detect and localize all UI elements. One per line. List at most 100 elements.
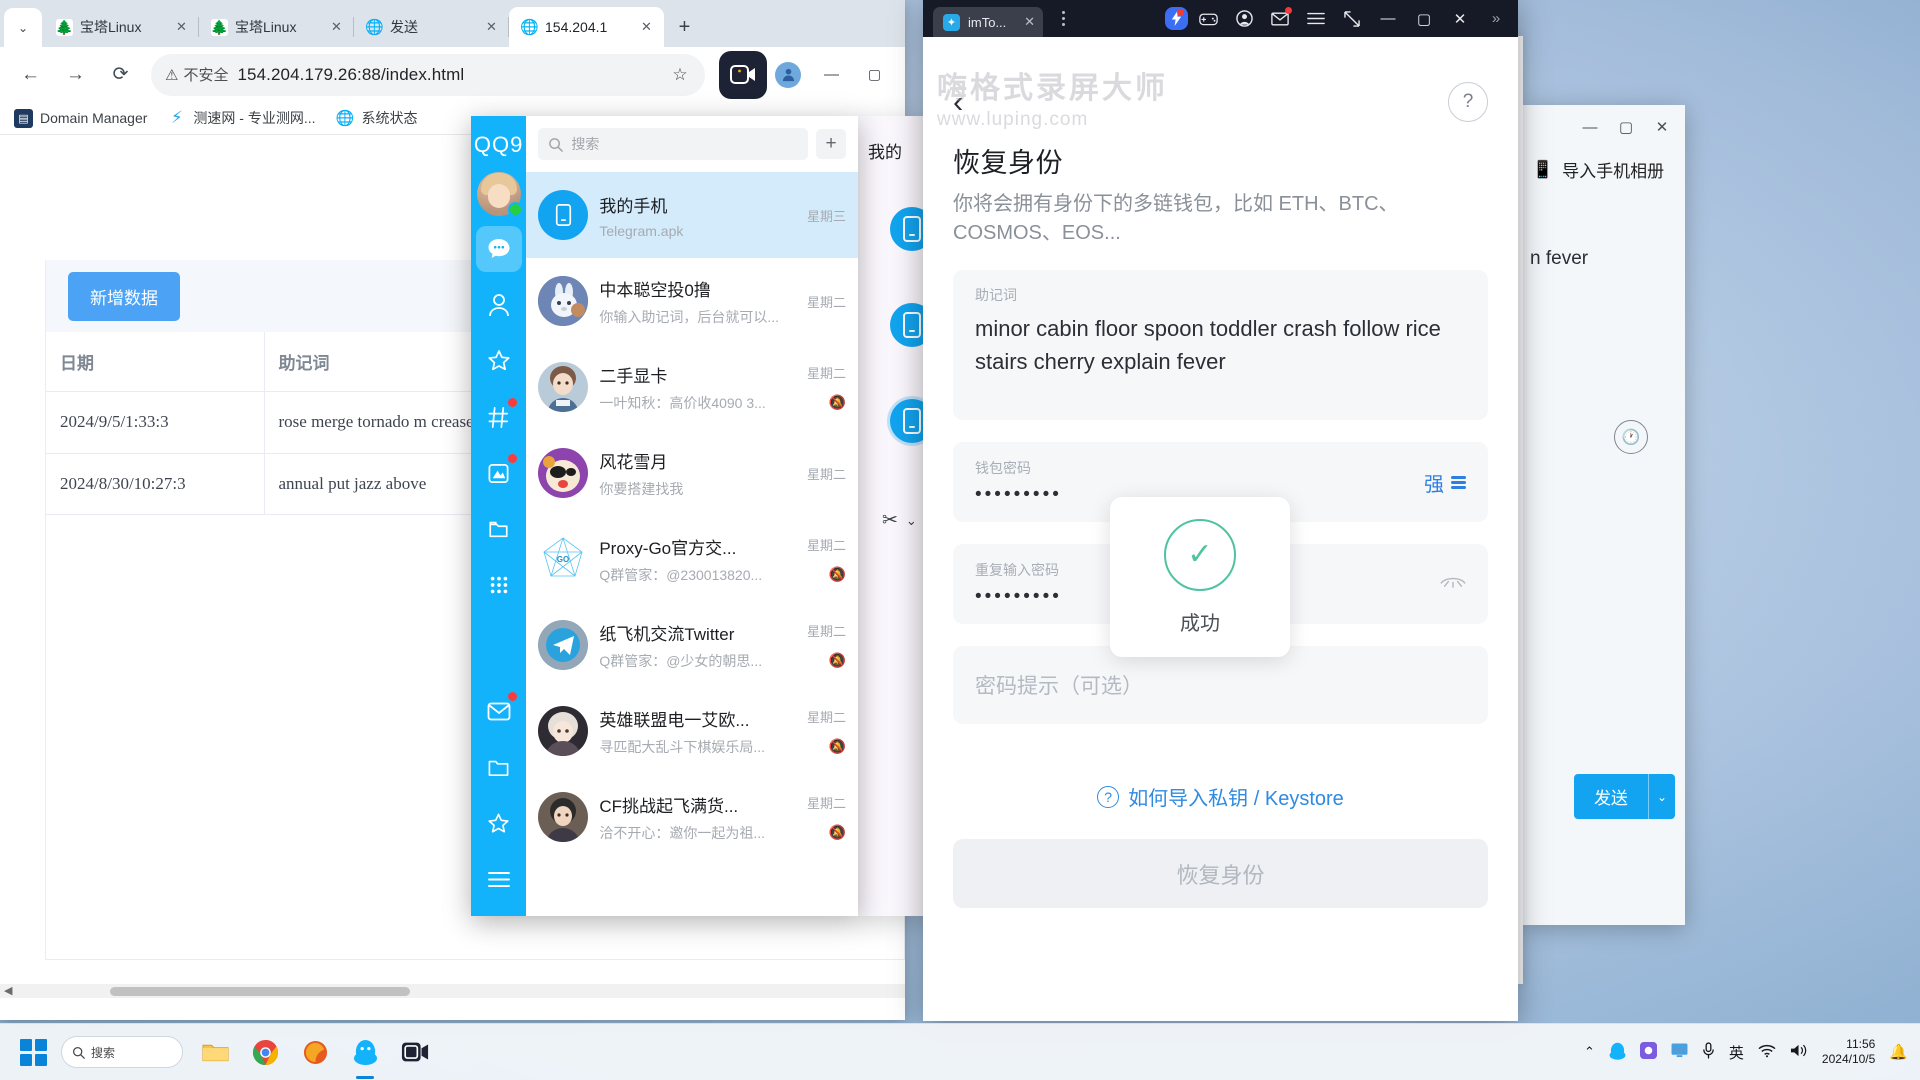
restore-identity-button[interactable]: 恢复身份 [953,839,1488,908]
close-icon[interactable]: ✕ [482,18,501,37]
reload-button[interactable]: ⟳ [100,54,141,95]
list-item[interactable]: 风花雪月 你要搭建找我 星期二 [526,430,858,516]
list-item[interactable]: 中本聪空投0撸 你输入助记词，后台就可以... 星期二 [526,258,858,344]
sidebar-item-mail[interactable] [476,688,522,734]
tab-list-chevron-icon[interactable]: ⌄ [4,8,42,47]
flash-icon[interactable] [1165,7,1188,30]
bell-icon[interactable]: 🔔 [1889,1043,1908,1061]
sidebar-item-messages[interactable] [475,226,522,272]
qq-tray-icon[interactable] [1609,1042,1626,1063]
wifi-icon[interactable] [1758,1044,1776,1061]
browser-tab-2[interactable]: 🌲 宝塔Linux ✕ [199,7,354,47]
mnemonic-field[interactable]: 助记词 minor cabin floor spoon toddler cras… [953,270,1488,420]
scissors-icon[interactable]: ✂ [882,509,898,532]
send-dropdown-caret-icon[interactable]: ⌄ [1647,774,1675,819]
browser-tab-1[interactable]: 🌲 宝塔Linux ✕ [44,7,199,47]
list-item[interactable]: 英雄联盟电一艾欧... 寻匹配大乱斗下棋娱乐局... 星期二 🔕 [526,688,858,774]
list-item[interactable]: 二手显卡 一叶知秋：高价收4090 3... 星期二 🔕 [526,344,858,430]
eye-off-icon[interactable] [1440,573,1466,595]
collapse-icon[interactable] [1336,5,1368,33]
window-close-button[interactable]: ✕ [1645,112,1679,142]
list-item[interactable]: 纸飞机交流Twitter Q群管家：@少女的朝思... 星期二 🔕 [526,602,858,688]
chrome-toolbar: ← → ⟳ ⚠ 不安全 154.204.179.26:88/index.html… [0,47,905,102]
monitor-icon[interactable] [1671,1043,1688,1061]
scrollbar-thumb[interactable] [110,987,410,996]
qq-icon[interactable] [347,1034,383,1070]
list-item-meta: 星期二 🔕 [790,793,846,841]
taskbar-clock[interactable]: 11:56 2024/10/5 [1822,1037,1875,1067]
window-minimize-button[interactable]: — [1372,5,1404,33]
page-title: 恢复身份 [953,148,1063,178]
sidebar-item-apps[interactable] [476,562,522,608]
avatar[interactable] [476,172,523,217]
sidebar-item-contacts[interactable] [476,282,522,328]
send-button[interactable]: 发送 [1573,774,1648,819]
window-close-button[interactable]: ✕ [1444,5,1476,33]
account-icon[interactable] [1228,5,1260,33]
browser-tab-3[interactable]: 🌐 发送 ✕ [354,7,509,47]
recorder-icon[interactable] [397,1034,433,1070]
list-item[interactable]: CF挑战起飞满货... 洽不开心：邀你一起为祖... 星期二 🔕 [526,774,858,860]
chrome-icon[interactable] [247,1034,283,1070]
window-maximize-button[interactable]: ▢ [854,54,895,95]
back-button[interactable]: ← [10,54,51,95]
mail-icon[interactable] [1264,5,1296,33]
new-tab-button[interactable]: + [668,11,701,44]
close-icon[interactable]: ✕ [1024,14,1035,30]
sidebar-item-files[interactable] [476,506,522,552]
back-button[interactable]: ‹ [953,84,963,120]
profile-avatar[interactable] [775,61,801,88]
sidebar-toggle-icon[interactable]: » [1480,5,1512,33]
taskbar-search[interactable]: 搜索 [61,1036,183,1068]
sidebar-item-moments[interactable] [476,450,522,496]
search-icon [72,1046,85,1059]
help-button[interactable]: ? [1448,82,1488,122]
close-icon[interactable]: ✕ [327,18,346,37]
sidebar-item-star[interactable] [476,800,522,846]
tab-menu-icon[interactable] [1051,11,1075,26]
import-private-key-link[interactable]: ? 如何导入私钥 / Keystore [953,782,1488,811]
security-indicator[interactable]: ⚠ 不安全 [165,64,228,85]
sidebar-item-folder[interactable] [476,744,522,790]
imtoken-app-tab[interactable]: ✦ imTo... ✕ [933,7,1043,37]
sidebar-item-menu[interactable] [476,856,522,902]
add-chat-button[interactable]: + [816,129,846,159]
address-bar[interactable]: ⚠ 不安全 154.204.179.26:88/index.html ☆ [151,53,705,96]
search-input[interactable]: 搜索 [538,128,808,160]
gamepad-icon[interactable] [1192,5,1224,33]
sidebar-item-favorites[interactable] [476,338,522,384]
menu-icon[interactable] [1300,5,1332,33]
explorer-icon[interactable] [197,1034,233,1070]
ime-indicator[interactable]: 英 [1729,1042,1744,1063]
browser-tab-4[interactable]: 🌐 154.204.1 ✕ [509,7,664,47]
bookmark-star-icon[interactable]: ☆ [663,58,697,92]
close-icon[interactable]: ✕ [637,18,656,37]
volume-icon[interactable] [1790,1043,1808,1061]
window-maximize-button[interactable]: ▢ [1408,5,1440,33]
password-hint-field[interactable]: 密码提示（可选） [953,646,1488,724]
arrow-up-icon[interactable]: ⌃ [1584,1044,1595,1060]
add-data-button[interactable]: 新增数据 [68,271,180,321]
tab-label: 154.204.1 [545,19,608,35]
horizontal-scrollbar[interactable]: ◀ [0,984,905,998]
close-icon[interactable]: ✕ [172,18,191,37]
list-item[interactable]: 我的手机 Telegram.apk 星期三 [526,172,858,258]
window-minimize-button[interactable]: — [1573,112,1607,142]
window-maximize-button[interactable]: ▢ [1609,112,1643,142]
bookmark-domain-manager[interactable]: ▤ Domain Manager [14,108,147,128]
chevron-down-icon[interactable]: ⌄ [906,513,917,529]
window-minimize-button[interactable]: — [811,54,852,95]
qq-chat-list: 搜索 + 我的手机 Telegram.apk 星期三 中本聪空投0撸 你输入助记… [526,116,858,916]
bookmark-speedtest[interactable]: ⚡ 测速网 - 专业测网... [167,108,316,128]
scroll-left-arrow-icon[interactable]: ◀ [4,984,12,997]
mic-icon[interactable] [1702,1042,1715,1062]
screen-recorder-icon[interactable] [719,50,767,99]
forward-button[interactable]: → [55,54,96,95]
start-icon[interactable] [20,1038,47,1066]
bookmark-system-status[interactable]: 🌐 系统状态 [336,108,418,128]
firefox-icon[interactable] [297,1034,333,1070]
app-tray-icon[interactable] [1639,1042,1657,1062]
send-button-group[interactable]: 发送 ⌄ [1573,774,1675,819]
list-item[interactable]: GO Proxy-Go官方交... Q群管家：@230013820... 星期二… [526,516,858,602]
sidebar-item-channels[interactable] [476,394,522,440]
